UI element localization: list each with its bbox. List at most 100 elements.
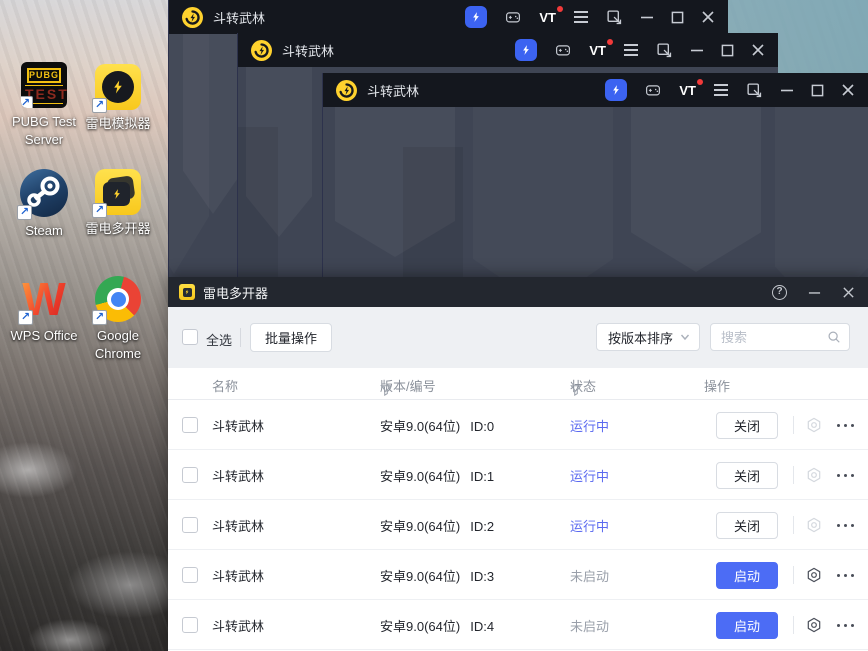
header-name[interactable]: 名称 xyxy=(212,376,238,395)
status-badge: 运行中 xyxy=(570,519,610,534)
menu-icon[interactable] xyxy=(573,10,589,24)
icon-label: 雷电多开器 xyxy=(85,221,151,236)
desktop-icon-steam[interactable]: ↗ Steam xyxy=(2,169,86,240)
notification-dot xyxy=(607,38,613,45)
icon-label: 雷电模拟器 xyxy=(85,116,151,131)
close-button[interactable] xyxy=(701,10,715,24)
manager-titlebar[interactable]: 雷电多开器 ? xyxy=(168,277,868,307)
emulator-titlebar[interactable]: 斗转武林 VT xyxy=(238,33,778,67)
filter-icon[interactable] xyxy=(380,384,392,396)
manager-toolbar: 全选 批量操作 按版本排序 xyxy=(168,307,868,368)
more-options-icon[interactable] xyxy=(837,424,859,427)
search-input[interactable] xyxy=(721,329,827,345)
settings-gear-icon[interactable] xyxy=(805,516,823,534)
header-action: 操作 xyxy=(704,379,731,394)
row-checkbox[interactable] xyxy=(182,617,198,633)
action-button[interactable]: 关闭 xyxy=(716,462,778,489)
more-options-icon[interactable] xyxy=(837,474,859,477)
minimize-button[interactable] xyxy=(640,10,654,24)
rotate-screen-icon[interactable] xyxy=(606,9,623,26)
table-row: 斗转武林 安卓9.0(64位) ID:0 运行中 关闭 xyxy=(168,400,868,450)
row-divider xyxy=(793,416,794,434)
vt-menu[interactable]: VT xyxy=(539,5,563,25)
icon-label: Google Chrome xyxy=(94,328,142,361)
more-options-icon[interactable] xyxy=(837,524,859,527)
row-checkbox[interactable] xyxy=(182,417,198,433)
window-title: 斗转武林 xyxy=(282,43,335,59)
boost-icon[interactable] xyxy=(515,39,538,61)
chrome-icon: ↗ xyxy=(92,276,141,325)
minimize-button[interactable] xyxy=(780,83,794,97)
desktop-icon-ld-multi-opener[interactable]: ↗ 雷电多开器 xyxy=(76,169,160,238)
batch-operations-button[interactable]: 批量操作 xyxy=(250,323,333,352)
action-button[interactable]: 启动 xyxy=(716,612,778,639)
notification-dot xyxy=(697,78,703,85)
filter-icon[interactable] xyxy=(570,384,582,396)
emulator-titlebar[interactable]: 斗转武林 VT xyxy=(169,0,728,34)
row-checkbox[interactable] xyxy=(182,517,198,533)
ld-multi-icon: ↗ xyxy=(92,169,141,218)
instance-name: 斗转武林 xyxy=(212,619,265,634)
desktop-icon-pubg-test-server[interactable]: PUBG TEST ↗ PUBG Test Server xyxy=(2,62,86,148)
pubg-icon: PUBG TEST ↗ xyxy=(21,62,67,108)
minimize-button[interactable] xyxy=(808,286,821,299)
close-button[interactable] xyxy=(842,286,855,299)
pubg-logo-text: PUBG xyxy=(27,68,61,83)
settings-gear-icon[interactable] xyxy=(805,566,823,584)
header-status[interactable]: 状态 xyxy=(570,376,596,396)
action-button[interactable]: 关闭 xyxy=(716,512,778,539)
instance-name: 斗转武林 xyxy=(212,419,265,434)
rotate-screen-icon[interactable] xyxy=(656,42,673,59)
gamepad-icon[interactable] xyxy=(644,81,662,99)
desktop-icon-ld-emulator[interactable]: ↗ 雷电模拟器 xyxy=(76,64,160,133)
boost-icon[interactable] xyxy=(605,79,628,101)
more-options-icon[interactable] xyxy=(837,624,859,627)
rotate-screen-icon[interactable] xyxy=(746,82,763,99)
manager-title: 雷电多开器 xyxy=(203,285,269,301)
select-all-checkbox[interactable] xyxy=(182,329,198,345)
menu-icon[interactable] xyxy=(713,83,729,97)
status-badge: 未启动 xyxy=(570,619,610,634)
wps-icon: W ↗ xyxy=(18,276,67,325)
gamepad-icon[interactable] xyxy=(554,41,572,59)
icon-label: WPS Office xyxy=(10,328,78,343)
row-checkbox[interactable] xyxy=(182,567,198,583)
select-all-label: 全选 xyxy=(206,333,233,348)
maximize-button[interactable] xyxy=(721,44,734,57)
action-button[interactable]: 关闭 xyxy=(716,412,778,439)
window-title: 斗转武林 xyxy=(213,10,266,26)
settings-gear-icon[interactable] xyxy=(805,416,823,434)
table-body: 斗转武林 安卓9.0(64位) ID:0 运行中 关闭 斗转武林 安卓9.0(64… xyxy=(168,400,868,651)
maximize-button[interactable] xyxy=(811,84,824,97)
sort-dropdown[interactable]: 按版本排序 xyxy=(596,323,700,351)
status-badge: 运行中 xyxy=(570,469,610,484)
help-icon[interactable]: ? xyxy=(772,284,787,300)
settings-gear-icon[interactable] xyxy=(805,616,823,634)
table-row: 斗转武林 安卓9.0(64位) ID:2 运行中 关闭 xyxy=(168,500,868,550)
desktop-icon-wps-office[interactable]: W ↗ WPS Office xyxy=(2,276,86,345)
table-row: 斗转武林 安卓9.0(64位) ID:4 未启动 启动 xyxy=(168,600,868,650)
boost-icon[interactable] xyxy=(465,6,488,28)
menu-icon[interactable] xyxy=(623,43,639,57)
close-button[interactable] xyxy=(841,83,855,97)
table-row: 斗转武林 安卓9.0(64位) ID:3 未启动 启动 xyxy=(168,550,868,600)
more-options-icon[interactable] xyxy=(837,574,859,577)
settings-gear-icon[interactable] xyxy=(805,466,823,484)
minimize-button[interactable] xyxy=(690,43,704,57)
action-button[interactable]: 启动 xyxy=(716,562,778,589)
emulator-titlebar[interactable]: 斗转武林 VT xyxy=(323,73,868,107)
gamepad-icon[interactable] xyxy=(504,8,522,26)
maximize-button[interactable] xyxy=(671,11,684,24)
close-button[interactable] xyxy=(751,43,765,57)
desktop-icon-google-chrome[interactable]: ↗ Google Chrome xyxy=(76,276,160,362)
shortcut-arrow-icon: ↗ xyxy=(21,96,33,108)
row-checkbox[interactable] xyxy=(182,467,198,483)
icon-label: PUBG Test Server xyxy=(11,114,77,147)
steam-icon: ↗ xyxy=(17,169,68,220)
shortcut-arrow-icon: ↗ xyxy=(92,310,107,325)
header-version[interactable]: 版本/编号 xyxy=(380,376,436,396)
icon-label: Steam xyxy=(25,223,63,238)
vt-menu[interactable]: VT xyxy=(589,38,613,58)
ld-multi-bolt-icon xyxy=(103,182,130,206)
vt-menu[interactable]: VT xyxy=(679,78,703,98)
